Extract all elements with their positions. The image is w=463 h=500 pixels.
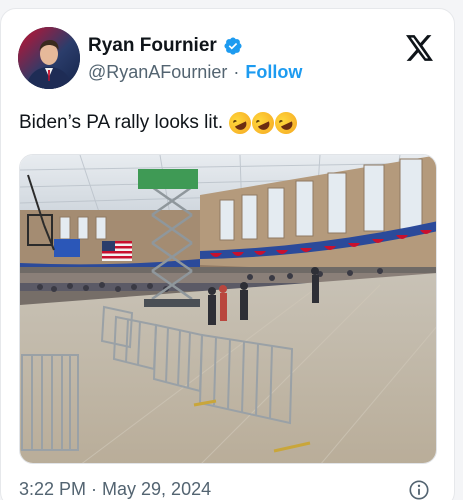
- post-text: Biden’s PA rally looks lit.: [19, 112, 224, 133]
- post-photo[interactable]: [19, 154, 437, 464]
- verified-badge-icon: [223, 36, 243, 56]
- rolling-on-floor-laughing-icon: [225, 108, 255, 138]
- rolling-on-floor-laughing-icon: [271, 108, 301, 138]
- x-logo-icon[interactable]: [406, 35, 434, 61]
- emoji-group: [225, 108, 301, 138]
- author-display-name[interactable]: Ryan Fournier: [88, 35, 217, 57]
- avatar[interactable]: [18, 27, 80, 89]
- follow-button[interactable]: Follow: [245, 62, 302, 83]
- info-icon[interactable]: [408, 479, 430, 500]
- post-timestamp[interactable]: 3:22 PM · May 29, 2024: [19, 479, 211, 500]
- author-block: Ryan Fournier @RyanAFournier · Follow: [88, 33, 302, 83]
- post-card: Ryan Fournier @RyanAFournier · Follow Bi…: [0, 8, 455, 500]
- author-handle[interactable]: @RyanAFournier: [88, 62, 227, 83]
- rolling-on-floor-laughing-icon: [248, 108, 278, 138]
- handle-separator: ·: [233, 62, 240, 82]
- post-text-row: Biden’s PA rally looks lit.: [19, 108, 301, 138]
